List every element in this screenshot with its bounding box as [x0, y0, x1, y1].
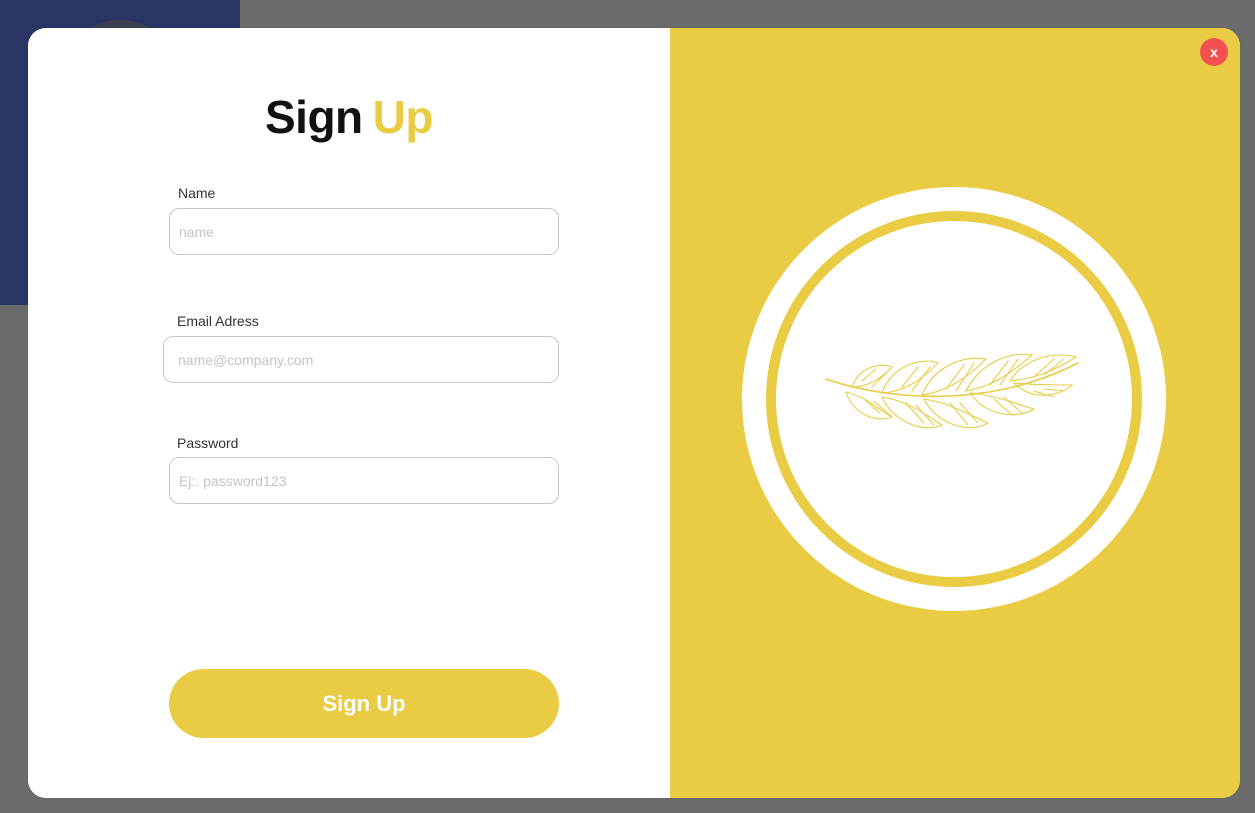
title-up: Up [372, 91, 434, 143]
close-button[interactable]: x [1200, 38, 1228, 66]
signup-modal: SignUp Name Email Adress Password Sign U… [28, 28, 1240, 798]
modal-title: Sign Up [28, 90, 670, 144]
password-label: Password [177, 435, 239, 451]
name-label: Name [178, 185, 216, 201]
title-sign: Sign [265, 91, 363, 143]
signup-form-panel: SignUp Name Email Adress Password Sign U… [28, 28, 670, 798]
illustration-panel: x [670, 28, 1240, 798]
email-label: Email Adress [177, 313, 259, 329]
email-input[interactable] [163, 336, 559, 383]
feather-emblem [742, 187, 1166, 611]
name-input[interactable] [169, 208, 559, 255]
password-input[interactable] [169, 457, 559, 504]
sign-up-button[interactable]: Sign Up [169, 669, 559, 738]
